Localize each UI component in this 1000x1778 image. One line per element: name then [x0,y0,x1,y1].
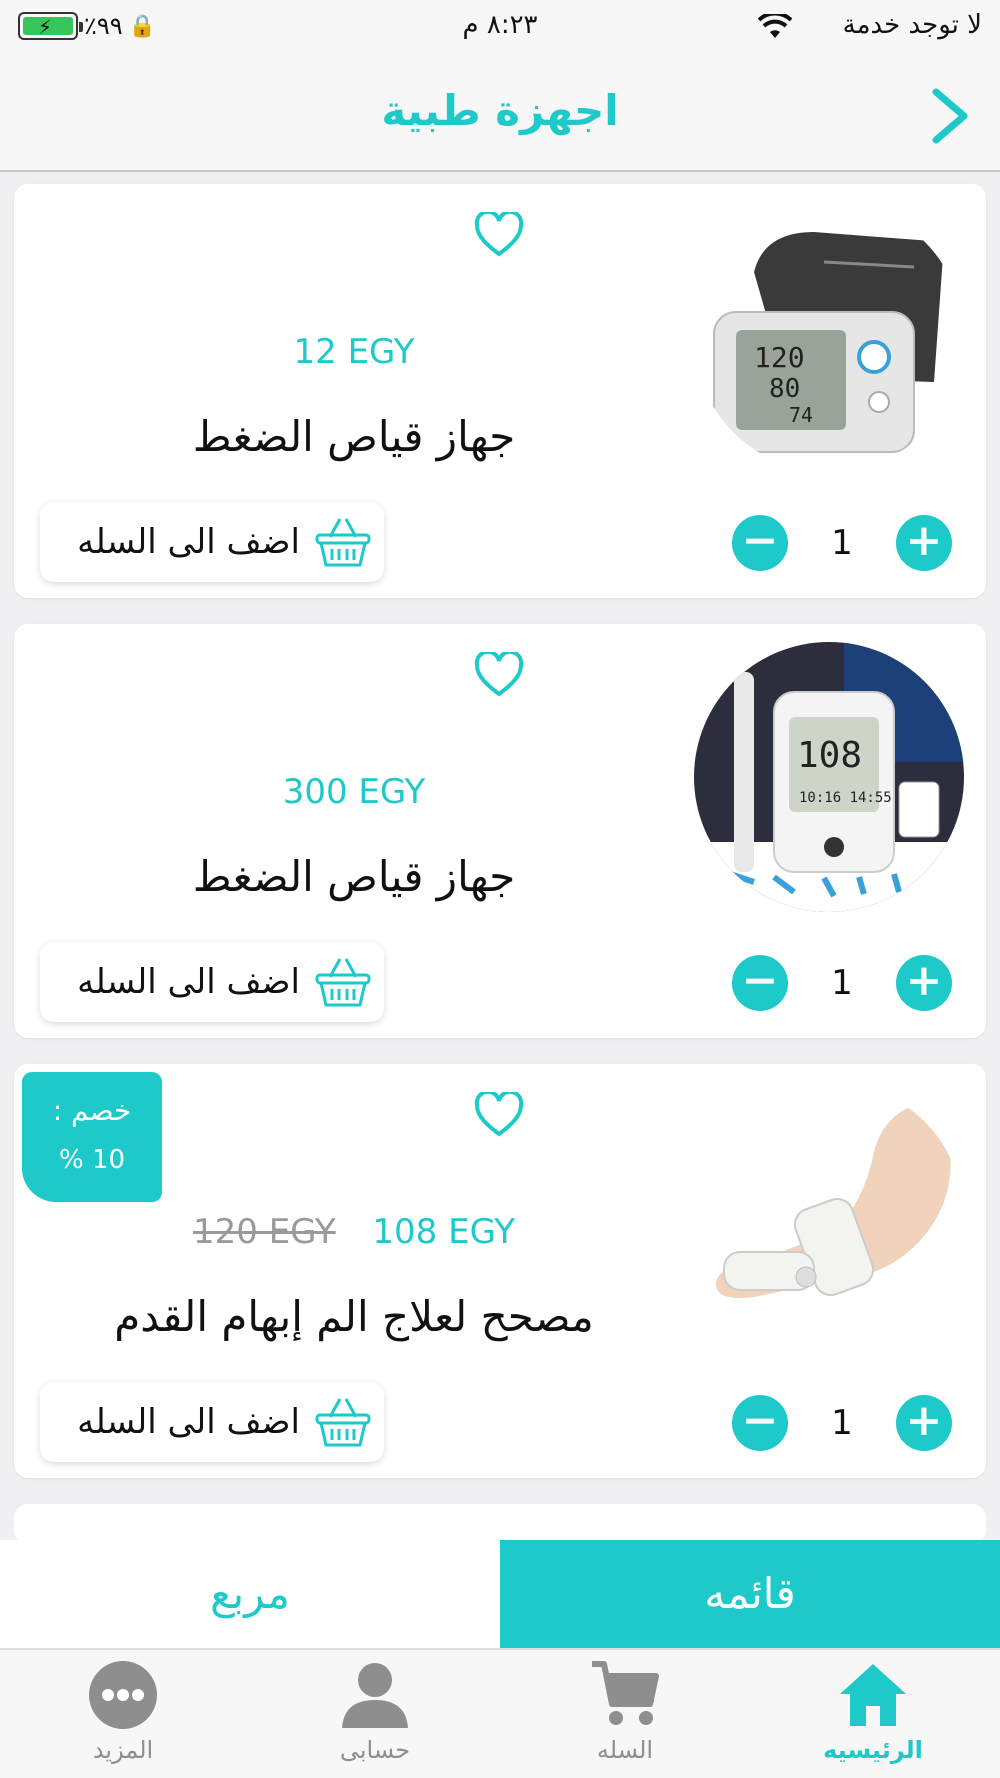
home-icon [840,1664,906,1726]
product-card: 120 80 74 12 EGY جهاز قياص الضغط اضف الى… [14,184,986,598]
favorite-heart-icon[interactable] [474,212,524,258]
product-image: 120 80 74 [694,202,964,472]
add-to-cart-button[interactable]: اضف الى السله [40,502,384,582]
new-price: 108 EGY [372,1212,516,1252]
basket-icon [315,1398,371,1447]
view-mode-toggle: مربع قائمه [0,1540,1000,1648]
add-to-cart-label: اضف الى السله [77,962,300,1002]
more-icon [89,1661,157,1729]
tab-label: الرئيسيه [823,1736,923,1764]
product-price: 120 EGY 108 EGY [14,1212,694,1252]
quantity-stepper: − 1 + [732,1394,952,1452]
user-icon [342,1663,408,1728]
product-image: 108 10:16 14:55 [694,642,964,912]
basket-icon [315,518,371,567]
product-price: 12 EGY [293,332,415,372]
decrement-button[interactable]: − [732,515,788,571]
quantity-value: 1 [831,523,853,563]
status-bar: ⚡ ٪٩٩ 🔒 ٨:٢٣ م لا توجد خدمة [0,0,1000,58]
list-view-button[interactable]: قائمه [500,1540,1000,1648]
tab-label: السله [596,1736,654,1764]
increment-button[interactable]: + [895,1395,952,1451]
tab-cart[interactable]: السله [550,1660,700,1764]
decrement-button[interactable]: − [732,955,788,1011]
svg-text:80: 80 [769,374,800,404]
increment-button[interactable]: + [895,515,952,571]
product-name: مصحح لعلاج الم إبهام القدم [114,1292,594,1341]
wifi-icon [758,14,792,38]
old-price: 120 EGY [192,1212,336,1252]
add-to-cart-label: اضف الى السله [77,522,300,562]
tab-home[interactable]: الرئيسيه [798,1660,948,1764]
cart-icon [592,1661,659,1725]
quantity-value: 1 [831,963,853,1003]
add-to-cart-button[interactable]: اضف الى السله [40,942,384,1022]
grid-view-button[interactable]: مربع [0,1540,500,1648]
tab-account[interactable]: حسابى [300,1660,450,1764]
favorite-heart-icon[interactable] [474,652,524,698]
nav-bar: اجهزة طبية [0,58,1000,172]
product-card: 108 10:16 14:55 300 EGY جهاز قياص الضغط … [14,624,986,1038]
back-chevron-icon[interactable] [926,86,974,146]
svg-text:74: 74 [789,403,813,427]
carrier-label: لا توجد خدمة [842,10,982,40]
discount-value: % 10 [58,1145,126,1175]
quantity-stepper: − 1 + [732,954,952,1012]
tab-label: المزيد [92,1736,154,1764]
basket-icon [315,958,371,1007]
svg-text:10:16 14:55: 10:16 14:55 [799,790,892,806]
discount-badge: خصم : % 10 [22,1072,162,1202]
product-name: جهاز قياص الضغط [192,852,516,901]
quantity-stepper: − 1 + [732,514,952,572]
increment-button[interactable]: + [895,955,952,1011]
tab-label: حسابى [339,1736,411,1764]
decrement-button[interactable]: − [732,1395,788,1451]
product-price: 300 EGY [282,772,426,812]
tab-more[interactable]: المزيد [48,1660,198,1764]
favorite-heart-icon[interactable] [474,1092,524,1138]
product-name: جهاز قياص الضغط [192,412,516,461]
product-card: خصم : % 10 120 EGY 108 EGY مصحح لعلاج ال… [14,1064,986,1478]
quantity-value: 1 [831,1403,853,1443]
svg-text:120: 120 [754,341,805,374]
product-card-partial [14,1504,986,1544]
product-image [694,1082,964,1352]
tab-bar: المزيد حسابى السله الرئيسيه [0,1648,1000,1778]
add-to-cart-button[interactable]: اضف الى السله [40,1382,384,1462]
svg-text:108: 108 [797,735,862,776]
page-title: اجهزة طبية [381,86,619,135]
discount-label: خصم : [52,1094,132,1127]
add-to-cart-label: اضف الى السله [77,1402,300,1442]
